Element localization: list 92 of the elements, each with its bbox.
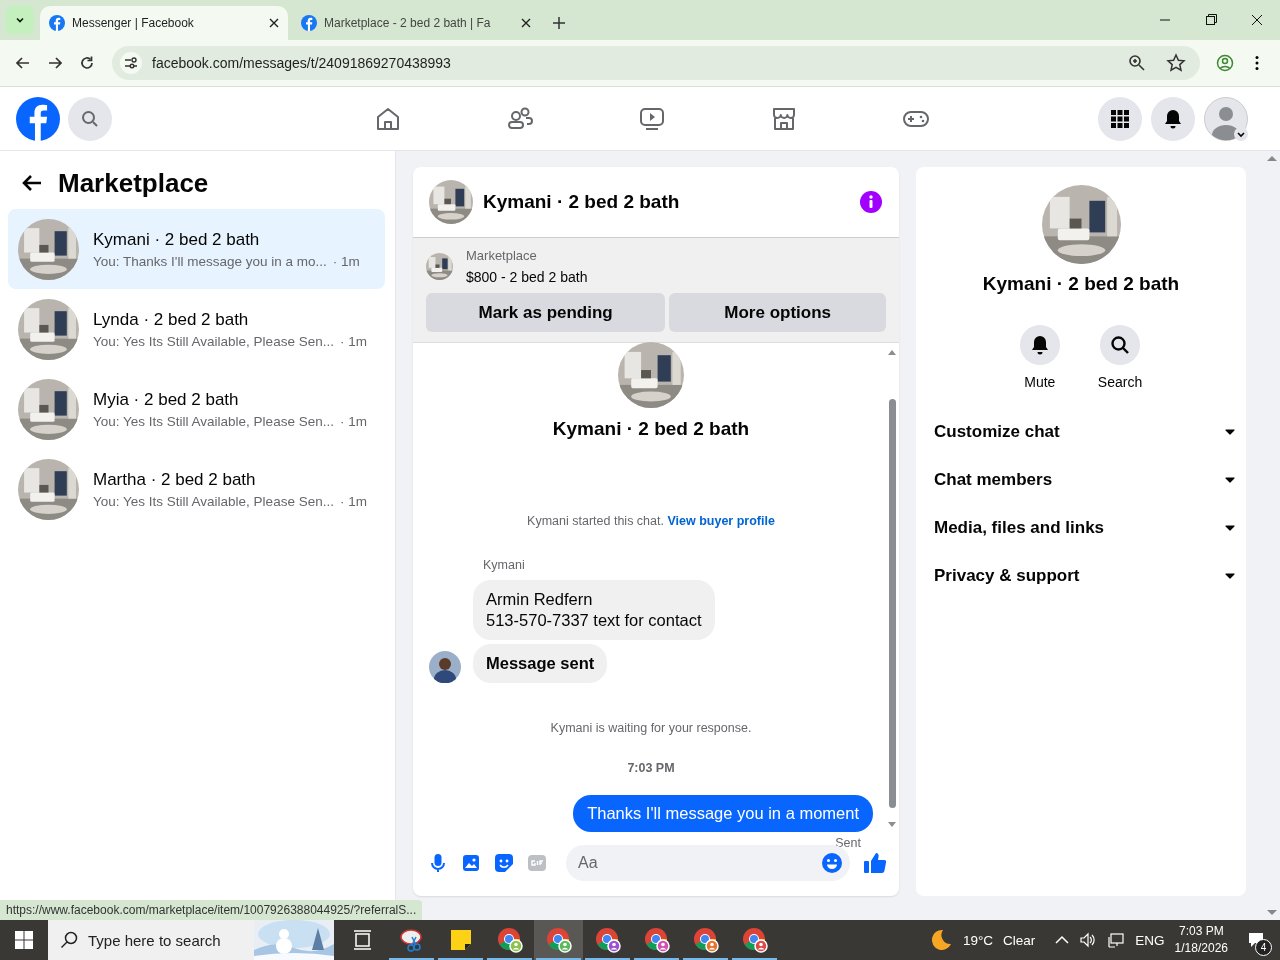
plus-icon[interactable] xyxy=(552,16,566,30)
address-bar[interactable]: facebook.com/messages/t/24091869270438993 xyxy=(112,46,1200,80)
conversation-item[interactable]: Lynda · 2 bed 2 bath You: Yes Its Still Available, Please Sen... · 1m xyxy=(8,289,385,369)
conversation-item[interactable]: Martha · 2 bed 2 bath You: Yes Its Still Available, Please Sen... · 1m xyxy=(8,449,385,529)
message-preview: You: Thanks I'll message you in a mo... xyxy=(93,253,327,269)
search-button[interactable] xyxy=(68,96,112,141)
menu-button[interactable] xyxy=(1098,96,1142,141)
browser-tab[interactable]: Marketplace - 2 bed 2 bath | Fa xyxy=(292,6,540,40)
notifications-button[interactable] xyxy=(1151,96,1195,141)
scroll-up-icon[interactable] xyxy=(888,349,896,355)
listing-button[interactable]: More options xyxy=(669,293,886,332)
status-url: https://www.facebook.com/marketplace/item/1007926388044925/?referralS... xyxy=(0,900,423,920)
windows-icon[interactable] xyxy=(15,931,33,949)
emoji-icon[interactable] xyxy=(821,852,843,874)
language-indicator[interactable]: ENG xyxy=(1135,932,1165,948)
scissors-icon[interactable] xyxy=(398,927,425,953)
chat-title: Kymani · 2 bed 2 bath xyxy=(483,191,681,213)
logo-icon xyxy=(301,15,317,31)
taskbar-search-field[interactable]: Type here to search xyxy=(48,920,334,960)
message-time: · 1m xyxy=(332,253,360,269)
browser-icon[interactable] xyxy=(496,927,523,953)
message-bubble: Armin Redfern 513-570-7337 text for contact xyxy=(473,580,715,640)
star-icon[interactable] xyxy=(1166,53,1186,73)
message-time: · 1m xyxy=(339,413,367,429)
listing-button[interactable]: Mark as pending xyxy=(426,293,666,332)
zoom-icon[interactable] xyxy=(1128,54,1146,72)
scroll-down-icon[interactable] xyxy=(1266,910,1277,916)
message-time: · 1m xyxy=(339,493,367,509)
listing-label: Marketplace xyxy=(466,248,538,263)
browser-icon[interactable] xyxy=(692,927,719,953)
section-toggle[interactable]: Chat members xyxy=(934,456,1236,504)
search-icon xyxy=(1110,335,1130,355)
browser-icon[interactable] xyxy=(594,927,621,953)
section-toggle[interactable]: Customize chat xyxy=(934,408,1236,456)
message-preview: You: Yes Its Still Available, Please Sen... xyxy=(93,413,334,429)
weather-condition: Clear xyxy=(1003,932,1036,948)
logo-icon xyxy=(49,15,65,31)
temperature-text: 19°C xyxy=(962,932,994,948)
reload-icon[interactable] xyxy=(78,54,96,72)
scroll-down-icon[interactable] xyxy=(888,822,896,828)
browser-tab[interactable]: Messenger | Facebook xyxy=(40,6,288,40)
url-text: facebook.com/messages/t/24091869270438993 xyxy=(152,55,452,71)
search-icon xyxy=(80,108,100,129)
chevron-down-icon xyxy=(15,15,25,25)
search-placeholder: Type here to search xyxy=(88,931,222,949)
site-settings-icon[interactable] xyxy=(120,52,142,74)
message-time: · 1m xyxy=(339,333,367,349)
avatar-icon[interactable] xyxy=(1204,96,1248,141)
section-toggle[interactable]: Privacy & support xyxy=(934,552,1236,600)
profile-icon[interactable] xyxy=(1216,54,1234,72)
sidebar-title: Marketplace xyxy=(58,167,209,199)
avatar-icon xyxy=(429,651,461,683)
browser-icon[interactable] xyxy=(741,927,768,953)
listing-title: $800 - 2 bed 2 bath xyxy=(466,269,588,285)
chat-started-text: Kymani started this chat. View buyer profile xyxy=(526,514,776,528)
close-icon[interactable] xyxy=(269,18,279,28)
taskbar-clock[interactable]: 7:03 PM 1/18/2026 xyxy=(1174,923,1228,957)
search-icon xyxy=(60,931,78,949)
message-time: 7:03 PM xyxy=(626,761,676,775)
thumbs-up-icon[interactable] xyxy=(863,851,887,875)
sticker-icon[interactable] xyxy=(494,853,514,873)
microphone-icon[interactable] xyxy=(428,853,448,873)
scroll-up-icon[interactable] xyxy=(1266,155,1277,161)
scrollbar-thumb[interactable] xyxy=(888,399,896,808)
contact-name: Kymani · 2 bed 2 bath xyxy=(982,273,1180,295)
logo-icon[interactable] xyxy=(16,96,60,141)
browser-icon[interactable] xyxy=(643,927,670,953)
info-icon[interactable] xyxy=(859,190,883,214)
message-preview: You: Yes Its Still Available, Please Sen... xyxy=(93,333,334,349)
conversation-name: Lynda · 2 bed 2 bath xyxy=(93,309,250,330)
image-icon[interactable] xyxy=(461,853,481,873)
close-icon[interactable] xyxy=(521,18,531,28)
sender-name: Kymani xyxy=(483,558,526,572)
speaker-icon[interactable] xyxy=(1079,931,1098,949)
message-bubble: Thanks I'll message you in a moment xyxy=(573,795,873,832)
contact-name: Kymani · 2 bed 2 bath xyxy=(552,418,750,440)
conversation-name: Kymani · 2 bed 2 bath xyxy=(93,229,261,250)
network-icon[interactable] xyxy=(1107,931,1126,949)
message-bubble: Message sent xyxy=(473,644,608,683)
conversation-item[interactable]: Kymani · 2 bed 2 bath You: Thanks I'll message you in a mo... · 1m xyxy=(8,209,385,289)
conversation-name: Myia · 2 bed 2 bath xyxy=(93,389,240,410)
bell-icon xyxy=(1029,335,1050,355)
message-preview: You: Yes Its Still Available, Please Sen... xyxy=(93,493,334,509)
browser-icon[interactable] xyxy=(545,927,572,953)
section-toggle[interactable]: Media, files and links xyxy=(934,504,1236,552)
grid-icon xyxy=(1110,108,1130,129)
notification-count: 4 xyxy=(1255,939,1272,956)
conversation-item[interactable]: Myia · 2 bed 2 bath You: Yes Its Still Available, Please Sen... · 1m xyxy=(8,369,385,449)
conversation-name: Martha · 2 bed 2 bath xyxy=(93,469,257,490)
bell-icon xyxy=(1163,108,1183,129)
waiting-text: Kymani is waiting for your response. xyxy=(549,721,753,735)
buyer-profile-link[interactable]: View buyer profile xyxy=(667,514,775,528)
